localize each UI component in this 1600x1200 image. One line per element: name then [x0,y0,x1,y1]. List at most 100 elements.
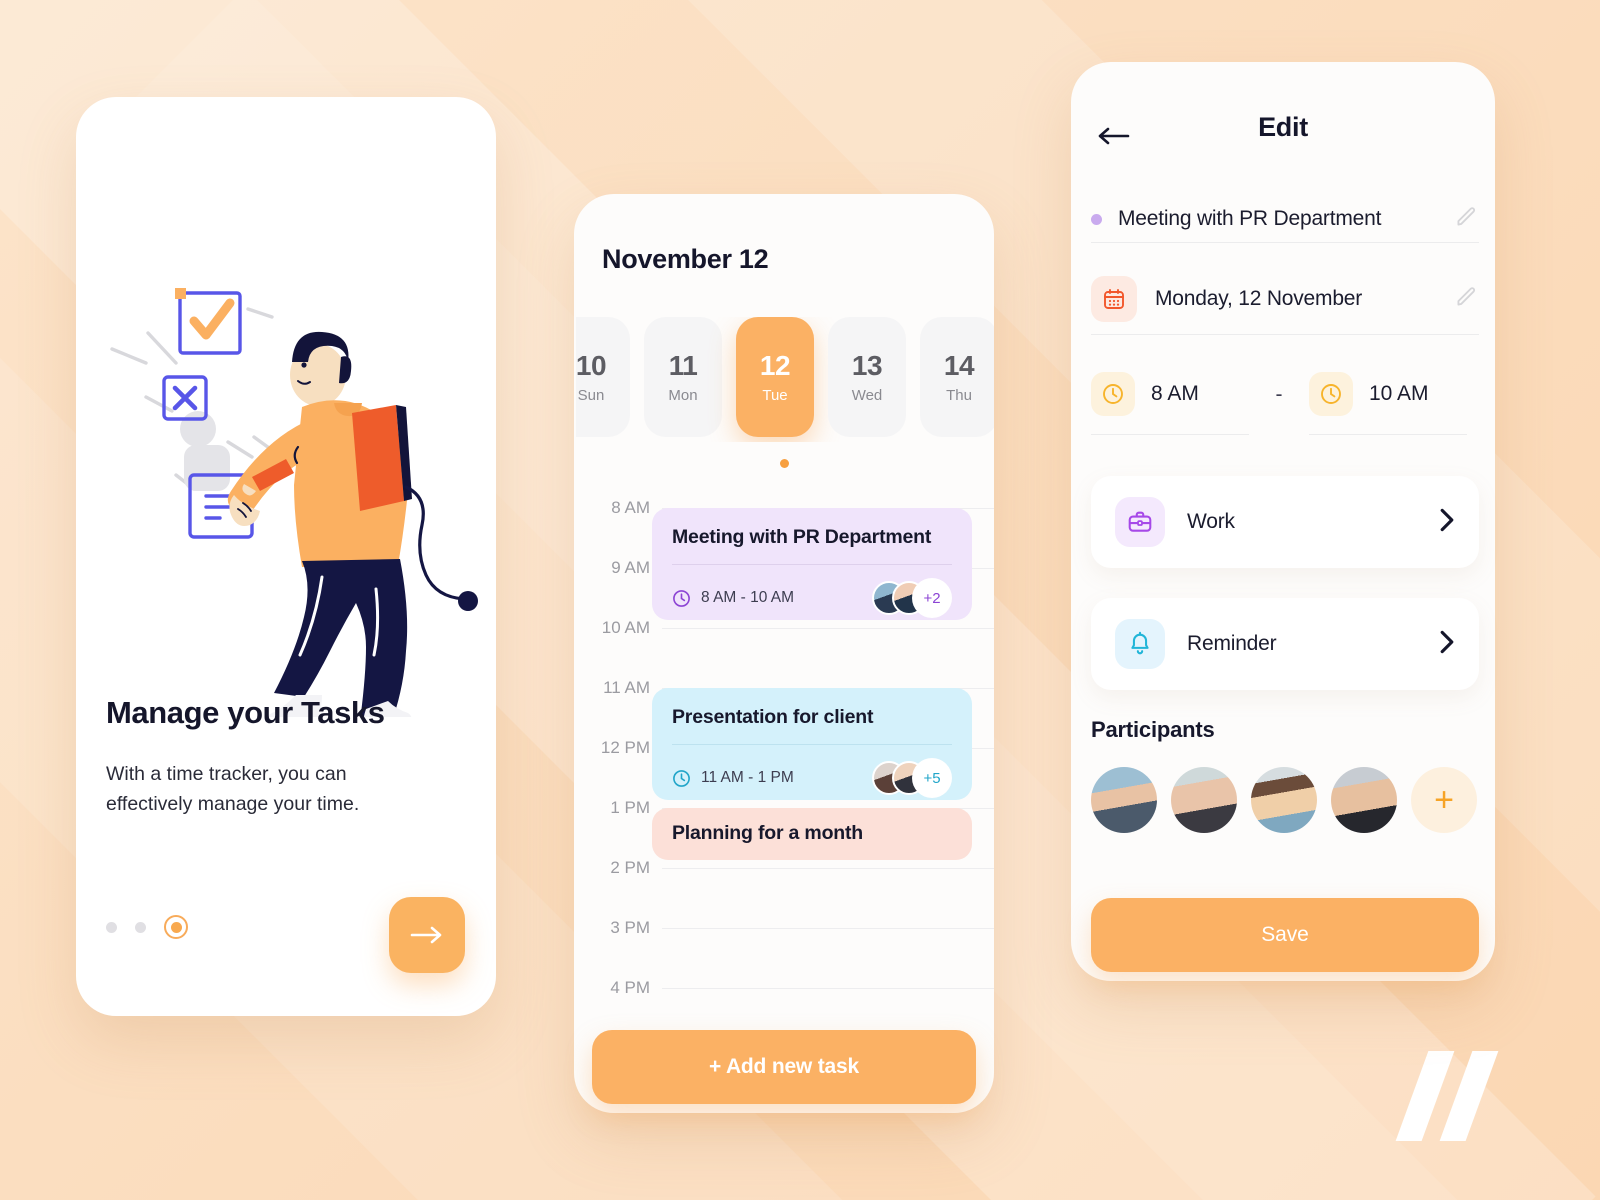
day-number: 12 [759,350,791,381]
briefcase-icon [1115,497,1165,547]
pencil-icon[interactable] [1453,284,1479,315]
edit-header: Edit [1071,112,1495,162]
arrow-right-icon [410,926,442,944]
event-title: Meeting with PR Department [672,526,932,548]
day-label: Mon [668,387,698,404]
hour-divider [662,868,994,869]
category-card-work[interactable]: Work [1091,476,1479,568]
event-extra-participants: +5 [912,758,952,798]
hour-label: 10 AM [601,618,650,637]
calendar-screen: November 12 10 Sun 11 Mon 12 Tue 13 Wed … [574,194,994,1113]
time-separator: - [1275,382,1283,406]
event-time: 11 AM - 1 PM [701,769,794,786]
pagination-dots [106,915,188,939]
start-time-value: 8 AM [1151,382,1199,405]
day-number: 10 [576,350,607,381]
day-label: Sun [577,387,605,404]
event-extra-participants: +2 [912,578,952,618]
hour-label: 9 AM [611,558,650,577]
day-label: Thu [946,387,972,404]
day-number: 13 [851,350,883,381]
day-label: Tue [762,387,788,404]
clock-icon [1309,372,1353,416]
pagination-dot-1[interactable] [106,921,117,933]
clock-icon [1091,372,1135,416]
participant-avatar[interactable] [1331,767,1397,833]
strip-page-dot [780,459,789,468]
day-cell-14[interactable]: 14 Thu [920,317,994,437]
event-title: Presentation for client [672,706,874,728]
event-card-planning[interactable]: Planning for a month [652,808,972,860]
event-title: Planning for a month [672,822,863,844]
event-participants[interactable]: +5 [872,758,952,798]
task-color-dot [1091,213,1102,225]
day-cell-13[interactable]: 13 Wed [828,317,906,437]
hour-label: 4 PM [610,978,650,997]
time-range-row: 8 AM - 10 AM [1091,372,1479,435]
pagination-dot-2[interactable] [135,921,146,933]
participant-avatar[interactable] [1251,767,1317,833]
edit-screen: Edit Meeting with PR Department Monday, … [1071,62,1495,981]
page-subtitle: With a time tracker, you can effectively… [106,763,360,816]
category-card-reminder[interactable]: Reminder [1091,598,1479,690]
save-button[interactable]: Save [1091,898,1479,972]
participants-title: Participants [1091,717,1215,742]
day-number: 14 [943,350,975,381]
pencil-icon[interactable] [1453,204,1479,235]
calendar-title: November 12 [602,244,769,274]
event-participants[interactable]: +2 [872,578,952,618]
participant-avatar[interactable] [1091,767,1157,833]
hour-label: 11 AM [603,678,650,697]
day-number: 11 [668,350,698,381]
chevron-right-icon [1439,508,1455,537]
date-value: Monday, 12 November [1155,287,1363,310]
chevron-right-icon [1439,630,1455,659]
onboarding-screen: Manage your Tasks With a time tracker, y… [76,97,496,1016]
double-slash-logo [1394,1043,1514,1148]
task-name-row[interactable]: Meeting with PR Department [1091,190,1479,248]
event-time: 8 AM - 10 AM [701,589,795,606]
person-checking-tasks-illustration [110,288,478,717]
hour-divider [662,988,994,989]
page-title: Manage your Tasks [106,695,385,730]
clock-icon [673,589,690,607]
start-time-field[interactable]: 8 AM [1091,372,1249,435]
pagination-dot-3-active[interactable] [164,915,188,939]
day-cell-11[interactable]: 11 Mon [644,317,722,437]
hour-divider [662,628,994,629]
add-participant-button[interactable]: + [1411,767,1477,833]
day-cell-10[interactable]: 10 Sun [576,317,630,437]
back-button[interactable] [1093,116,1133,156]
day-label: Wed [851,387,883,404]
task-name-value: Meeting with PR Department [1118,207,1382,230]
category-label: Work [1187,510,1235,533]
hour-label: 1 PM [610,798,650,817]
add-new-task-button[interactable]: + Add new task [592,1030,976,1104]
hour-label: 2 PM [610,858,650,877]
divider [1091,242,1479,243]
event-divider [672,744,952,745]
date-row[interactable]: Monday, 12 November [1091,268,1479,330]
arrow-left-icon [1098,127,1130,145]
category-label: Reminder [1187,632,1277,655]
clock-icon [673,769,690,787]
end-time-field[interactable]: 10 AM [1309,372,1467,435]
page-title: Edit [1258,112,1308,142]
bell-icon [1115,619,1165,669]
day-timeline: 8 AM 9 AM 10 AM 11 AM 12 PM 1 PM 2 PM 3 … [574,490,994,1025]
day-selector-strip[interactable]: 10 Sun 11 Mon 12 Tue 13 Wed 14 Thu [576,317,994,442]
hour-label: 8 AM [611,498,650,517]
participant-avatar[interactable] [1171,767,1237,833]
divider [1091,334,1479,335]
day-cell-12-selected[interactable]: 12 Tue [736,317,814,437]
hour-divider [662,928,994,929]
participants-list: + [1091,767,1477,833]
calendar-icon [1091,276,1137,322]
timeline-row: 4 PM [574,970,994,1030]
event-card-meeting[interactable]: Meeting with PR Department 8 AM - 10 AM … [652,508,972,620]
next-button[interactable] [389,897,465,973]
hour-label: 3 PM [610,918,650,937]
timeline-row: 3 PM [574,910,994,970]
hour-label: 12 PM [600,738,650,757]
event-card-presentation[interactable]: Presentation for client 11 AM - 1 PM +5 [652,688,972,800]
